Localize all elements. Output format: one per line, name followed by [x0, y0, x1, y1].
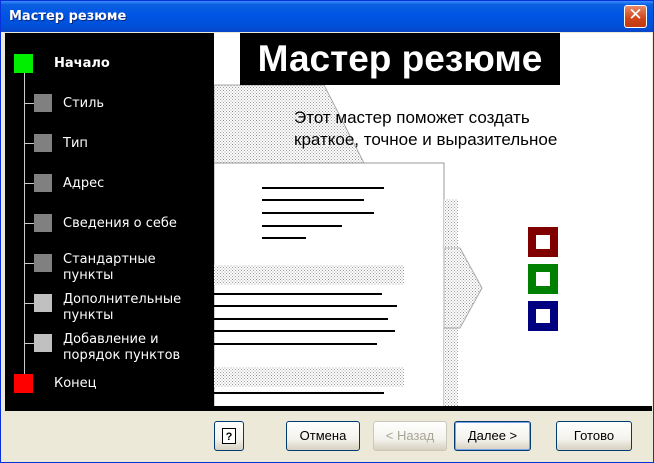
step-marker — [34, 294, 52, 312]
step-marker — [14, 374, 33, 393]
help-icon: ? — [222, 428, 236, 444]
step-marker — [34, 94, 52, 112]
step-label: Тип — [63, 136, 88, 151]
color-swatch-inner — [536, 309, 550, 323]
step-marker — [14, 54, 33, 73]
step-label: Добавление и порядок пунктов — [63, 332, 181, 363]
close-button[interactable]: ✕ — [624, 5, 647, 28]
wizard-heading: Мастер резюме — [240, 33, 560, 85]
color-swatch-inner — [536, 272, 550, 286]
step-tick — [24, 223, 34, 224]
next-button[interactable]: Далее > — [454, 421, 531, 451]
color-swatch-inner — [536, 235, 550, 249]
cancel-button[interactable]: Отмена — [286, 421, 360, 451]
step-tick — [24, 303, 34, 304]
intro-text: Этот мастер поможет создать краткое, точ… — [294, 107, 557, 151]
back-button[interactable]: < Назад — [373, 421, 447, 451]
step-label: Стиль — [63, 96, 105, 111]
step-tick — [24, 183, 34, 184]
finish-button[interactable]: Готово — [556, 421, 632, 451]
intro-line-1: Этот мастер поможет создать — [294, 108, 530, 127]
arrow-shape — [443, 247, 483, 329]
bottom-separator — [5, 406, 652, 411]
step-tick — [24, 263, 34, 264]
step-label: Дополнительные пункты — [63, 292, 182, 323]
step-label: Конец — [54, 376, 97, 391]
step-label: Стандартные пункты — [63, 252, 156, 283]
step-marker — [34, 134, 52, 152]
step-tick — [24, 143, 34, 144]
main-panel: Мастер резюме Этот мастер поможет создат… — [214, 33, 652, 407]
resume-wizard-window: Мастер резюме ✕ Начало Стиль Тип Адрес Сведе… — [0, 0, 654, 463]
help-button[interactable]: ? — [214, 421, 244, 451]
step-marker — [34, 214, 52, 232]
step-tick — [24, 343, 34, 344]
step-marker — [34, 174, 52, 192]
step-connector-line — [24, 69, 25, 379]
close-icon: ✕ — [628, 5, 643, 25]
title-bar: Мастер резюме ✕ — [1, 1, 653, 32]
step-label: Адрес — [63, 176, 105, 191]
resume-illustration — [214, 84, 558, 407]
window-title: Мастер резюме — [9, 9, 127, 24]
step-tick — [24, 103, 34, 104]
step-marker — [34, 254, 52, 272]
step-panel: Начало Стиль Тип Адрес Сведения о себе Станда… — [5, 33, 214, 407]
step-marker — [34, 334, 52, 352]
step-label: Начало — [54, 56, 110, 71]
intro-line-2: краткое, точное и выразительное — [294, 130, 558, 149]
step-label: Сведения о себе — [63, 216, 177, 231]
